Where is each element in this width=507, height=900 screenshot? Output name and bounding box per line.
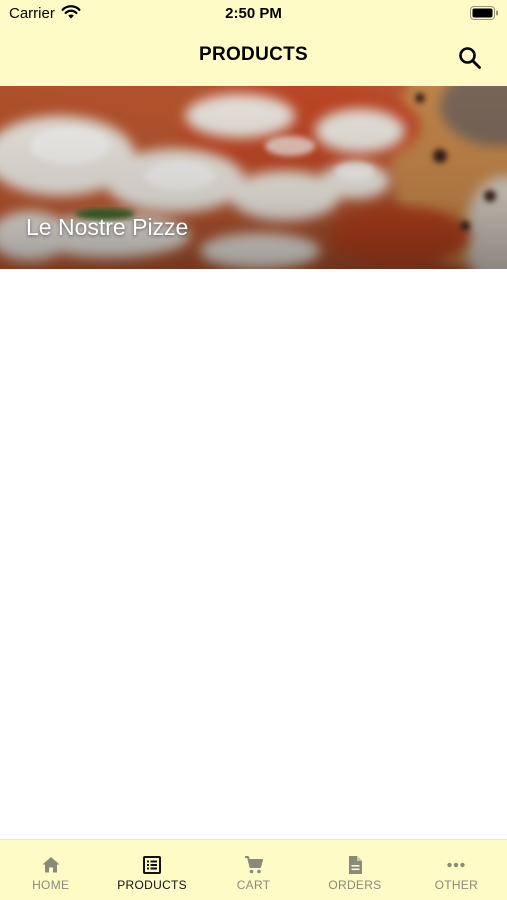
tab-cart[interactable]: CART <box>203 840 304 900</box>
more-icon <box>447 862 466 868</box>
tab-other[interactable]: OTHER <box>406 840 507 900</box>
home-icon <box>42 857 60 873</box>
nav-header: PRODUCTS <box>0 30 507 86</box>
tab-cart-label: CART <box>236 878 271 892</box>
document-icon <box>348 856 362 874</box>
battery-icon <box>470 6 498 20</box>
page-title: PRODUCTS <box>198 44 308 65</box>
tab-products-label: PRODUCTS <box>117 878 187 892</box>
cart-icon <box>244 856 263 874</box>
tab-home[interactable]: HOME <box>0 840 101 900</box>
tab-home-label: HOME <box>32 878 70 892</box>
pizza-photo <box>0 86 507 269</box>
tab-bar: HOME PRODUCTS CART ORDERS OTHER <box>0 839 507 900</box>
status-bar: Carrier 2:50 PM <box>0 0 507 30</box>
tab-other-label: OTHER <box>434 878 479 892</box>
category-card-pizze[interactable]: Le Nostre Pizze <box>0 86 507 269</box>
status-time: 2:50 PM <box>225 5 282 22</box>
app-screen: Carrier 2:50 PM PRODUCTS Le Nostre Pizze… <box>0 0 507 900</box>
list-icon <box>143 856 162 874</box>
search-icon[interactable] <box>457 45 483 71</box>
tab-orders-label: ORDERS <box>328 878 382 892</box>
tab-orders[interactable]: ORDERS <box>304 840 405 900</box>
category-title: Le Nostre Pizze <box>26 214 189 240</box>
tab-products[interactable]: PRODUCTS <box>101 840 202 900</box>
